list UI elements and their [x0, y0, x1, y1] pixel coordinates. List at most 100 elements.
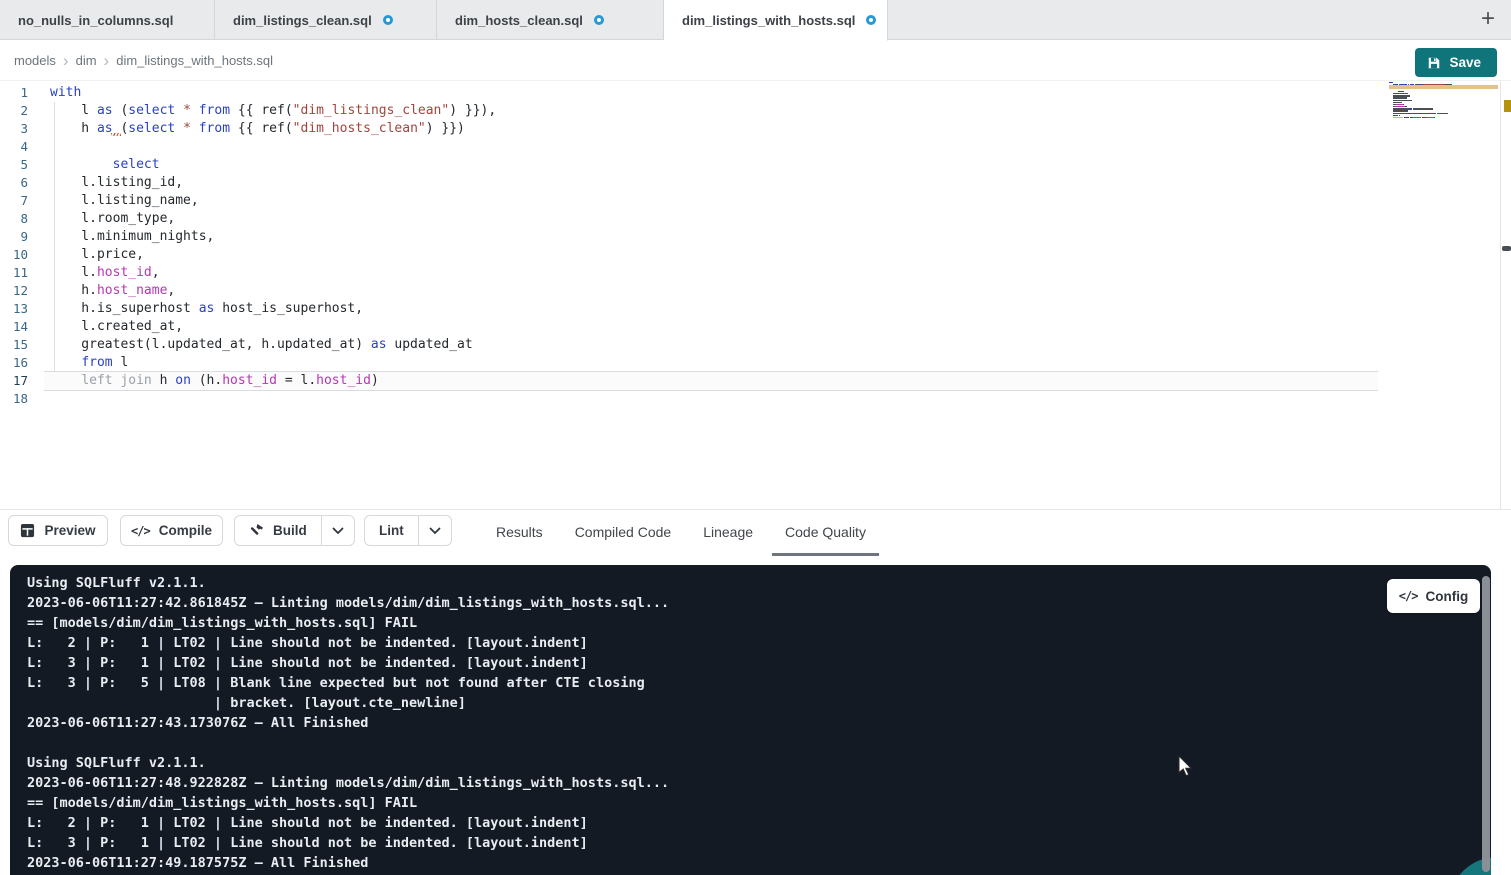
tab-label: dim_listings_with_hosts.sql	[682, 13, 855, 28]
lint-dropdown-button[interactable]	[418, 516, 451, 545]
breadcrumb-models[interactable]: models	[14, 53, 56, 68]
terminal-lines: Using SQLFluff v2.1.1.2023-06-06T11:27:4…	[27, 573, 669, 873]
terminal-line: L: 3 | P: 1 | LT02 | Line should not be …	[27, 833, 669, 853]
lint-output-terminal[interactable]: Using SQLFluff v2.1.1.2023-06-06T11:27:4…	[10, 565, 1491, 875]
compile-button[interactable]: </> Compile	[120, 515, 223, 546]
preview-label: Preview	[44, 523, 95, 538]
action-toolbar: Preview </> Compile Build Lint	[0, 509, 1511, 553]
new-tab-button[interactable]: +	[1471, 2, 1505, 36]
chevron-right-icon: ›	[104, 52, 110, 69]
editor-scrollbar-track[interactable]	[1500, 81, 1501, 509]
table-icon	[20, 523, 35, 538]
terminal-line: 2023-06-06T11:27:49.187575Z — All Finish…	[27, 853, 669, 873]
build-button[interactable]: Build	[235, 516, 321, 545]
line-number: 1	[0, 84, 44, 102]
code-line-14[interactable]: 14 l.created_at,	[0, 318, 1378, 336]
hammer-icon	[249, 523, 264, 538]
line-number: 10	[0, 246, 44, 264]
terminal-line: == [models/dim/dim_listings_with_hosts.s…	[27, 793, 669, 813]
mouse-cursor	[1178, 756, 1192, 777]
terminal-line: 2023-06-06T11:27:48.922828Z — Linting mo…	[27, 773, 669, 793]
code-line-12[interactable]: 12 h.host_name,	[0, 282, 1378, 300]
tab-no-nulls-in-columns[interactable]: no_nulls_in_columns.sql	[0, 0, 215, 40]
line-number: 3	[0, 120, 44, 138]
line-number: 5	[0, 156, 44, 174]
code-line-10[interactable]: 10 l.price,	[0, 246, 1378, 264]
code-line-5[interactable]: 5 select	[0, 156, 1378, 174]
editor-scrollbar-marker[interactable]	[1502, 246, 1511, 251]
save-button[interactable]: Save	[1415, 48, 1497, 77]
config-label: Config	[1425, 589, 1468, 604]
tab-results[interactable]: Results	[480, 510, 559, 554]
terminal-line	[27, 733, 669, 753]
tab-code-quality[interactable]: Code Quality	[769, 510, 882, 554]
tab-dim-listings-clean[interactable]: dim_listings_clean.sql	[215, 0, 437, 40]
terminal-line: 2023-06-06T11:27:43.173076Z — All Finish…	[27, 713, 669, 733]
code-line-8[interactable]: 8 l.room_type,	[0, 210, 1378, 228]
terminal-line: 2023-06-06T11:27:42.861845Z — Linting mo…	[27, 593, 669, 613]
tab-label: no_nulls_in_columns.sql	[18, 13, 173, 28]
code-line-1[interactable]: 1with	[0, 84, 1378, 102]
lint-label: Lint	[379, 523, 404, 538]
terminal-line: L: 2 | P: 1 | LT02 | Line should not be …	[27, 813, 669, 833]
code-line-7[interactable]: 7 l.listing_name,	[0, 192, 1378, 210]
chevron-down-icon	[332, 527, 344, 535]
overview-ruler-warning-marker[interactable]	[1504, 100, 1511, 112]
preview-button[interactable]: Preview	[8, 515, 108, 546]
tab-label: Compiled Code	[575, 524, 672, 540]
chevron-right-icon: ›	[63, 52, 69, 69]
terminal-line: | bracket. [layout.cte_newline]	[27, 693, 669, 713]
config-button[interactable]: </> Config	[1387, 579, 1480, 613]
build-dropdown-button[interactable]	[321, 516, 354, 545]
unsaved-changes-icon[interactable]	[383, 15, 393, 25]
terminal-line: L: 3 | P: 1 | LT02 | Line should not be …	[27, 653, 669, 673]
build-split-button: Build	[234, 515, 355, 546]
build-label: Build	[273, 523, 307, 538]
code-line-17[interactable]: 17 left join h on (h.host_id = l.host_id…	[0, 372, 1378, 390]
line-number: 18	[0, 390, 44, 408]
breadcrumb-file: dim_listings_with_hosts.sql	[116, 53, 273, 68]
terminal-line: Using SQLFluff v2.1.1.	[27, 573, 669, 593]
terminal-line: Using SQLFluff v2.1.1.	[27, 753, 669, 773]
code-line-4[interactable]: 4	[0, 138, 1378, 156]
line-number: 9	[0, 228, 44, 246]
line-number: 16	[0, 354, 44, 372]
chevron-down-icon	[429, 527, 441, 535]
code-line-13[interactable]: 13 h.is_superhost as host_is_superhost,	[0, 300, 1378, 318]
minimap[interactable]	[1389, 82, 1498, 126]
code-line-6[interactable]: 6 l.listing_id,	[0, 174, 1378, 192]
minimap-warning-stripe	[1389, 85, 1498, 89]
dbt-cloud-ide: no_nulls_in_columns.sql dim_listings_cle…	[0, 0, 1511, 875]
code-line-11[interactable]: 11 l.host_id,	[0, 264, 1378, 282]
tab-compiled-code[interactable]: Compiled Code	[559, 510, 688, 554]
tab-label: Results	[496, 524, 543, 540]
code-line-18[interactable]: 18	[0, 390, 1378, 408]
terminal-line: L: 2 | P: 1 | LT02 | Line should not be …	[27, 633, 669, 653]
code-line-2[interactable]: 2 l as (select * from {{ ref("dim_listin…	[0, 102, 1378, 120]
line-number: 13	[0, 300, 44, 318]
code-line-9[interactable]: 9 l.minimum_nights,	[0, 228, 1378, 246]
lint-split-button: Lint	[364, 515, 452, 546]
tab-dim-listings-with-hosts[interactable]: dim_listings_with_hosts.sql	[664, 0, 888, 41]
code-editor[interactable]: 1with2 l as (select * from {{ ref("dim_l…	[0, 81, 1511, 509]
lint-button[interactable]: Lint	[365, 516, 418, 545]
line-number: 12	[0, 282, 44, 300]
tab-dim-hosts-clean[interactable]: dim_hosts_clean.sql	[437, 0, 664, 40]
line-number: 2	[0, 102, 44, 120]
unsaved-changes-icon[interactable]	[594, 15, 604, 25]
breadcrumb-bar: models › dim › dim_listings_with_hosts.s…	[0, 41, 1511, 81]
line-number: 6	[0, 174, 44, 192]
breadcrumb-dim[interactable]: dim	[76, 53, 97, 68]
tab-lineage[interactable]: Lineage	[687, 510, 769, 554]
plus-icon: +	[1481, 5, 1495, 33]
code-lines: 1with2 l as (select * from {{ ref("dim_l…	[0, 84, 1378, 408]
terminal-scrollbar-thumb[interactable]	[1482, 576, 1490, 872]
unsaved-changes-icon[interactable]	[866, 15, 876, 25]
code-line-16[interactable]: 16 from l	[0, 354, 1378, 372]
file-tab-bar: no_nulls_in_columns.sql dim_listings_cle…	[0, 0, 1511, 40]
code-line-3[interactable]: 3 h as (select * from {{ ref("dim_hosts_…	[0, 120, 1378, 138]
line-number: 14	[0, 318, 44, 336]
code-line-15[interactable]: 15 greatest(l.updated_at, h.updated_at) …	[0, 336, 1378, 354]
tab-label: dim_listings_clean.sql	[233, 13, 372, 28]
line-number: 11	[0, 264, 44, 282]
